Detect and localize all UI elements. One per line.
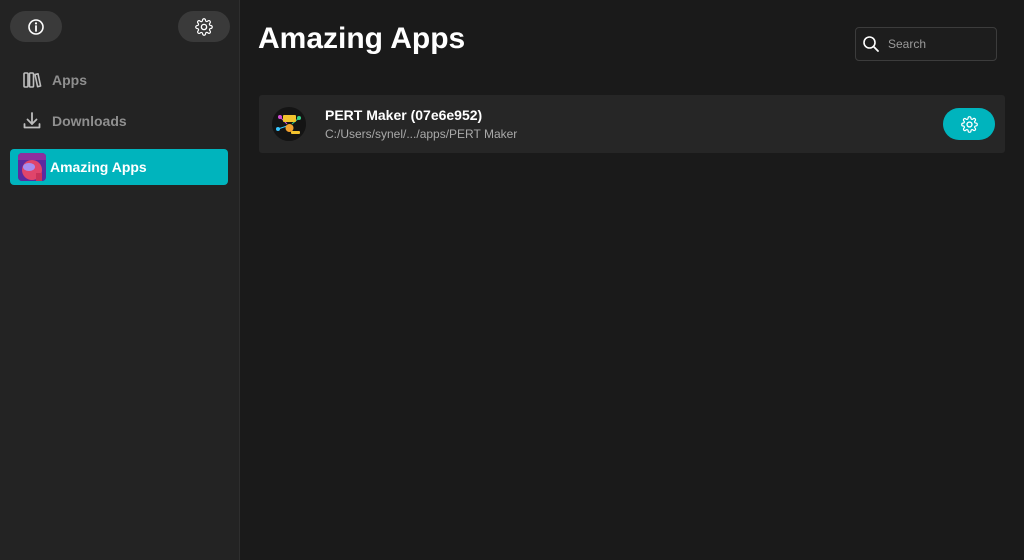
library-icon (22, 70, 42, 90)
sidebar-item-label: Apps (52, 72, 87, 88)
search-icon (863, 36, 879, 52)
info-icon (28, 18, 44, 35)
sidebar-item-label: Downloads (52, 113, 127, 129)
sidebar-item-label: Amazing Apps (50, 159, 147, 175)
sidebar-item-downloads[interactable]: Downloads (10, 103, 228, 139)
app-info: PERT Maker (07e6e952) C:/Users/synel/...… (325, 107, 517, 141)
gear-icon (195, 17, 213, 36)
search-input[interactable] (888, 37, 988, 51)
main-content: Amazing Apps Search PERT Maker (07e6e952… (240, 0, 1024, 560)
page-title: Amazing Apps (258, 22, 466, 55)
avatar (18, 153, 46, 181)
sidebar-item-amazing-apps[interactable]: Amazing Apps (10, 149, 228, 185)
app-name: PERT Maker (07e6e952) (325, 107, 483, 123)
app-logo (272, 107, 306, 141)
app-settings-button[interactable] (943, 108, 995, 140)
app-path: C:/Users/synel/.../apps/PERT Maker (325, 127, 518, 141)
info-button[interactable] (10, 11, 62, 42)
download-icon (22, 111, 42, 131)
search-box[interactable] (855, 27, 997, 61)
sidebar-item-apps[interactable]: Apps (10, 62, 228, 98)
gear-icon (960, 115, 978, 133)
app-window: Apps Downloads Amazing Apps Amazing Apps… (0, 0, 1024, 560)
settings-button[interactable] (178, 11, 230, 42)
list-item[interactable]: PERT Maker (07e6e952) C:/Users/synel/...… (259, 95, 1005, 153)
sidebar: Apps Downloads Amazing Apps (0, 0, 240, 560)
